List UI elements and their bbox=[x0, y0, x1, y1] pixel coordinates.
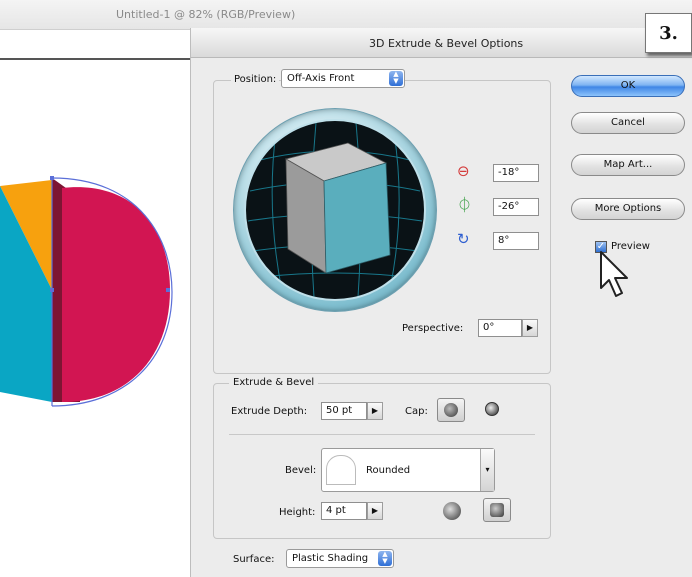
dialog-titlebar[interactable]: 3D Extrude & Bevel Options bbox=[191, 28, 692, 58]
z-rotation-icon: ↻ bbox=[457, 230, 470, 248]
surface-label: Surface: bbox=[233, 554, 275, 565]
more-options-button[interactable]: More Options bbox=[571, 198, 685, 220]
height-label: Height: bbox=[279, 507, 316, 518]
x-rotation-field[interactable]: -18° bbox=[493, 164, 539, 182]
position-select-value: Off-Axis Front bbox=[287, 73, 355, 84]
cap-on-button[interactable] bbox=[437, 398, 465, 422]
perspective-slider-arrow[interactable]: ▶ bbox=[522, 319, 538, 337]
document-titlebar: Untitled-1 @ 82% (RGB/Preview) bbox=[0, 0, 692, 30]
cap-on-icon bbox=[444, 403, 458, 417]
chevron-updown-icon: ▲ ▼ bbox=[389, 71, 403, 86]
map-art-button[interactable]: Map Art... bbox=[571, 154, 685, 176]
position-select[interactable]: Off-Axis Front ▲ ▼ bbox=[281, 69, 405, 88]
bevel-preview-icon bbox=[326, 455, 356, 485]
extrude-depth-slider-arrow[interactable]: ▶ bbox=[367, 402, 383, 420]
ok-button[interactable]: OK bbox=[571, 75, 685, 97]
bevel-select-value: Rounded bbox=[366, 465, 411, 476]
chevron-updown-icon: ▲ ▼ bbox=[378, 551, 392, 566]
extrude-depth-label: Extrude Depth: bbox=[231, 406, 308, 417]
bevel-label: Bevel: bbox=[285, 465, 317, 476]
z-rotation-field[interactable]: 8° bbox=[493, 232, 539, 250]
mouse-cursor-icon bbox=[600, 251, 628, 297]
bevel-select[interactable]: Rounded ▾ bbox=[321, 448, 495, 492]
extrude-bevel-dialog: 3D Extrude & Bevel Options Position: Off… bbox=[190, 28, 692, 577]
height-slider-arrow[interactable]: ▶ bbox=[367, 502, 383, 520]
chevron-down-icon: ▾ bbox=[480, 449, 494, 491]
y-rotation-icon: ⏀ bbox=[457, 196, 473, 214]
position-label: Position: bbox=[231, 74, 280, 85]
step-badge: 3. bbox=[645, 13, 692, 53]
cap-label: Cap: bbox=[405, 406, 428, 417]
document-divider bbox=[0, 58, 190, 60]
surface-select-value: Plastic Shading bbox=[292, 553, 369, 564]
extrude-depth-field[interactable]: 50 pt bbox=[321, 402, 367, 420]
extrude-bevel-legend: Extrude & Bevel bbox=[229, 377, 319, 388]
perspective-label: Perspective: bbox=[402, 323, 464, 334]
bevel-extent-in-icon bbox=[490, 503, 504, 517]
document-title: Untitled-1 @ 82% (RGB/Preview) bbox=[116, 8, 296, 21]
cap-off-icon[interactable] bbox=[485, 402, 499, 416]
bevel-extent-out-icon[interactable] bbox=[443, 502, 461, 520]
trackball-cube[interactable] bbox=[246, 121, 424, 299]
pie-pink-slice bbox=[62, 187, 170, 402]
height-field[interactable]: 4 pt bbox=[321, 502, 367, 520]
perspective-field[interactable]: 0° bbox=[478, 319, 522, 337]
cancel-button[interactable]: Cancel bbox=[571, 112, 685, 134]
x-rotation-icon: ⊖ bbox=[457, 162, 470, 180]
y-rotation-field[interactable]: -26° bbox=[493, 198, 539, 216]
surface-select[interactable]: Plastic Shading ▲ ▼ bbox=[286, 549, 394, 568]
cube-front-face bbox=[323, 162, 391, 274]
bevel-extent-in-button[interactable] bbox=[483, 498, 511, 522]
dialog-title: 3D Extrude & Bevel Options bbox=[369, 37, 524, 50]
pie-artwork[interactable] bbox=[0, 170, 190, 410]
extrude-bevel-divider bbox=[229, 434, 535, 435]
